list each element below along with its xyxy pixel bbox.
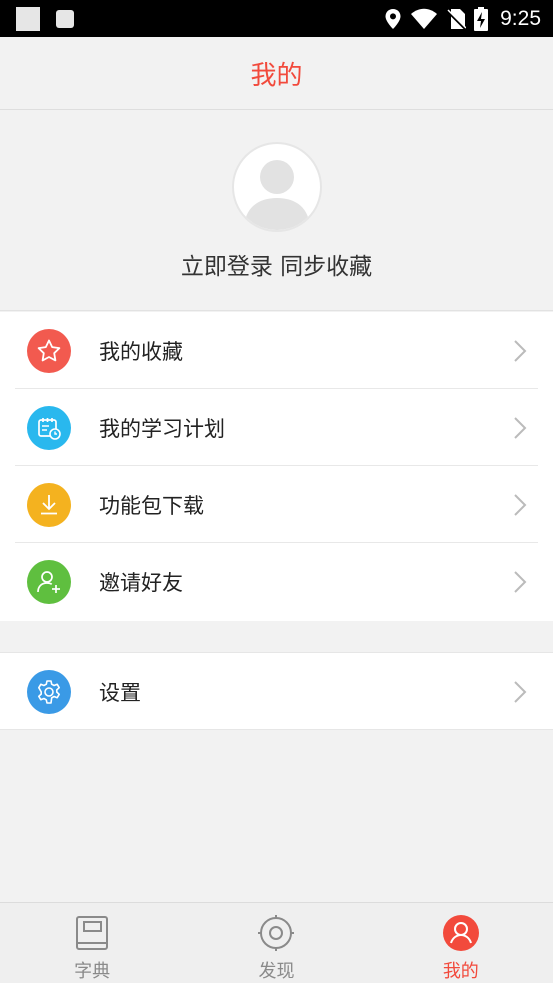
status-bar: 9:25 [0,0,553,37]
tab-mine[interactable]: 我的 [369,903,553,983]
star-icon [27,328,71,373]
tab-label: 字典 [74,961,111,982]
status-icons: 9:25 [384,0,541,37]
battery-icon [474,6,489,31]
location-icon [385,8,401,29]
notification-icon-2 [56,10,74,28]
chevron-right-icon [514,680,527,703]
tab-discover[interactable]: 发现 [184,903,368,983]
book-icon [72,913,112,953]
download-icon [27,482,71,527]
status-time: 9:25 [500,6,541,30]
main-menu: 我的收藏 我的学习计划 功能包下载 邀请好友 [0,312,553,621]
calendar-icon [27,405,71,450]
menu-item-study-plan[interactable]: 我的学习计划 [0,389,553,466]
menu-item-label: 功能包下载 [99,493,204,518]
tab-label: 我的 [442,961,479,982]
menu-item-label: 我的学习计划 [99,416,225,441]
page-title: 我的 [250,60,303,91]
settings-menu: 设置 [0,652,553,730]
menu-item-label: 我的收藏 [99,339,183,364]
menu-item-label: 设置 [99,680,141,705]
menu-item-download[interactable]: 功能包下载 [0,466,553,543]
bottom-tab-bar: 字典 发现 我的 [0,902,553,983]
notification-icon [16,7,40,31]
chevron-right-icon [514,493,527,516]
menu-item-label: 邀请好友 [99,570,183,595]
wifi-icon [411,8,438,29]
user-icon [441,913,481,953]
menu-item-settings[interactable]: 设置 [0,653,553,730]
avatar[interactable] [232,142,322,232]
login-prompt[interactable]: 立即登录 同步收藏 [0,247,553,281]
tab-dictionary[interactable]: 字典 [0,903,184,983]
app-header: 我的 [0,37,553,110]
compass-icon [256,913,296,953]
default-avatar-icon [244,160,310,230]
chevron-right-icon [514,339,527,362]
menu-item-favorites[interactable]: 我的收藏 [0,312,553,389]
gear-icon [27,669,71,714]
profile-section[interactable]: 立即登录 同步收藏 [0,110,553,311]
add-user-icon [27,559,71,604]
tab-label: 发现 [258,961,295,982]
no-sim-icon [446,8,467,30]
chevron-right-icon [514,570,527,593]
chevron-right-icon [514,416,527,439]
menu-item-invite[interactable]: 邀请好友 [0,543,553,620]
